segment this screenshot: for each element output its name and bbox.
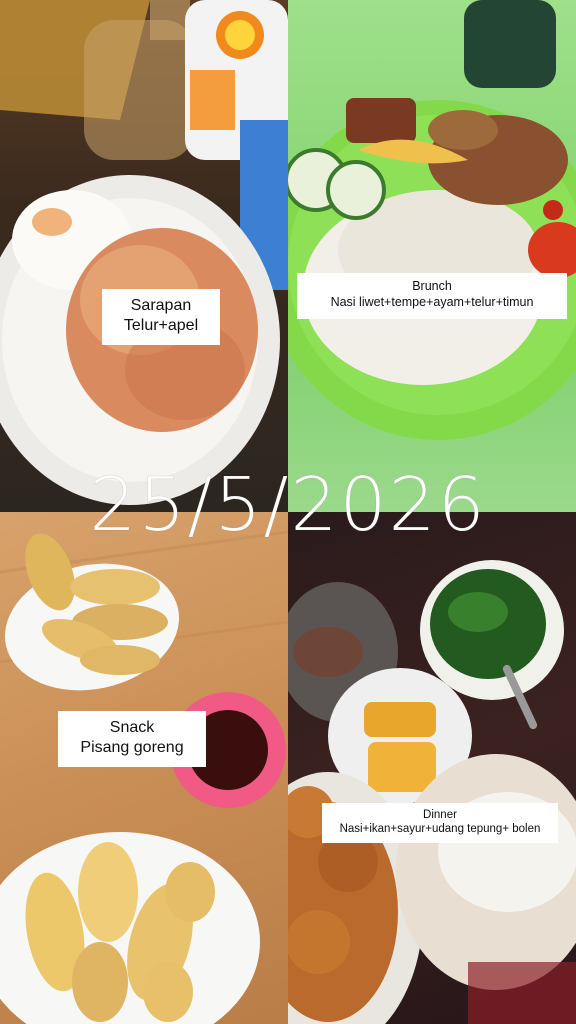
brunch-title: Brunch bbox=[412, 279, 452, 293]
snack-items: Pisang goreng bbox=[80, 739, 184, 756]
brunch-caption: Brunch Nasi liwet+tempe+ayam+telur+timun bbox=[297, 273, 567, 319]
dinner-title: Dinner bbox=[423, 809, 457, 821]
snack-title: Snack bbox=[109, 719, 155, 736]
brunch-photo bbox=[288, 0, 576, 512]
date-title: 25/5/2026 bbox=[89, 462, 487, 549]
dinner-items: Nasi+ikan+sayur+udang tepung+ bolen bbox=[339, 823, 541, 836]
dinner-photo bbox=[288, 512, 576, 1024]
breakfast-caption: Sarapan Telur+apel bbox=[102, 289, 220, 345]
dinner-caption: Dinner Nasi+ikan+sayur+udang tepung+ bol… bbox=[322, 803, 558, 843]
brunch-items: Nasi liwet+tempe+ayam+telur+timun bbox=[330, 294, 534, 309]
snack-photo bbox=[0, 512, 288, 1024]
breakfast-photo bbox=[0, 0, 288, 512]
snack-caption: Snack Pisang goreng bbox=[58, 711, 206, 767]
breakfast-items: Telur+apel bbox=[123, 317, 199, 334]
breakfast-title: Sarapan bbox=[130, 297, 192, 314]
